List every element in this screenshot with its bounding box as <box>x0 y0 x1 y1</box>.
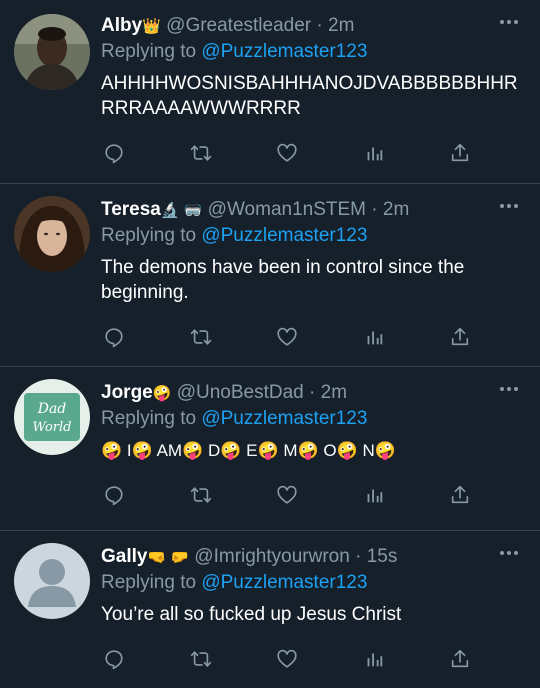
tweet-text: AHHHHWOSNISBAHHHANOJDVABBBBBBHHRRRRAAAAW… <box>101 73 518 119</box>
more-icon[interactable] <box>500 387 518 391</box>
reply-icon <box>103 142 125 164</box>
user-handle[interactable]: @Imrightyourwron <box>194 546 350 567</box>
share-icon <box>449 484 471 506</box>
reply-to-handle-link[interactable]: @Puzzlemaster123 <box>201 41 367 62</box>
svg-text:World: World <box>33 420 72 435</box>
share-icon <box>449 326 471 348</box>
avatar[interactable] <box>14 543 90 619</box>
reply-context: Replying to @Puzzlemaster123 <box>101 223 524 249</box>
name-emoji: 🤪 <box>152 385 172 402</box>
tweet-actions <box>101 127 524 179</box>
analytics-button[interactable] <box>363 648 385 670</box>
timestamp[interactable]: 2m <box>328 15 354 36</box>
tweet-item[interactable]: Gally🤜 🤛 @Imrightyourwron · 15s Replying… <box>0 531 540 688</box>
replying-to-label: Replying to <box>101 572 197 593</box>
display-name[interactable]: Jorge <box>101 382 153 403</box>
share-button[interactable] <box>449 142 471 164</box>
more-icon[interactable] <box>500 20 518 24</box>
retweet-icon <box>190 484 212 506</box>
avatar[interactable]: Dad World <box>14 379 90 455</box>
like-icon <box>276 648 298 670</box>
tweet-header: Alby👑 @Greatestleader · 2m <box>101 14 524 39</box>
analytics-button[interactable] <box>363 142 385 164</box>
share-button[interactable] <box>449 484 471 506</box>
tweet-item[interactable]: Alby👑 @Greatestleader · 2m Replying to @… <box>0 0 540 184</box>
more-icon[interactable] <box>500 551 518 555</box>
name-emoji: 🤜 🤛 <box>147 549 190 566</box>
tweet-actions <box>101 469 524 521</box>
tweet-text: The demons have been in control since th… <box>101 257 465 303</box>
reply-icon <box>103 648 125 670</box>
reply-button[interactable] <box>103 484 125 506</box>
reply-context: Replying to @Puzzlemaster123 <box>101 570 524 596</box>
tweet-text: You’re all so fucked up Jesus Christ <box>101 604 402 625</box>
separator-dot: · <box>309 382 316 403</box>
timestamp[interactable]: 2m <box>321 382 347 403</box>
tweet-header: Teresa🔬 🥽 @Woman1nSTEM · 2m <box>101 198 524 223</box>
like-button[interactable] <box>276 326 298 348</box>
analytics-icon <box>363 484 385 506</box>
avatar[interactable] <box>14 196 90 272</box>
like-icon <box>276 142 298 164</box>
display-name[interactable]: Gally <box>101 546 147 567</box>
reply-context: Replying to @Puzzlemaster123 <box>101 39 524 65</box>
reply-icon <box>103 484 125 506</box>
analytics-icon <box>363 648 385 670</box>
user-handle[interactable]: @UnoBestDad <box>177 382 304 403</box>
tweet-header: Jorge🤪 @UnoBestDad · 2m <box>101 381 524 406</box>
retweet-button[interactable] <box>190 326 212 348</box>
reply-to-handle-link[interactable]: @Puzzlemaster123 <box>201 408 367 429</box>
name-emoji: 🔬 🥽 <box>160 202 203 219</box>
analytics-icon <box>363 326 385 348</box>
separator-dot: · <box>355 546 362 567</box>
separator-dot: · <box>371 199 378 220</box>
name-emoji: 👑 <box>142 18 161 35</box>
retweet-button[interactable] <box>190 142 212 164</box>
display-name[interactable]: Alby <box>101 15 142 36</box>
retweet-button[interactable] <box>190 648 212 670</box>
share-icon <box>449 648 471 670</box>
replying-to-label: Replying to <box>101 41 197 62</box>
tweet-item[interactable]: Dad World Jorge🤪 @UnoBestDad · 2m Replyi… <box>0 367 540 531</box>
timestamp[interactable]: 2m <box>383 199 409 220</box>
reply-button[interactable] <box>103 142 125 164</box>
user-handle[interactable]: @Greatestleader <box>166 15 311 36</box>
analytics-button[interactable] <box>363 326 385 348</box>
reply-to-handle-link[interactable]: @Puzzlemaster123 <box>201 572 367 593</box>
retweet-button[interactable] <box>190 484 212 506</box>
tweet-actions <box>101 633 524 685</box>
reply-to-handle-link[interactable]: @Puzzlemaster123 <box>201 225 367 246</box>
reply-icon <box>103 326 125 348</box>
analytics-button[interactable] <box>363 484 385 506</box>
like-icon <box>276 326 298 348</box>
retweet-icon <box>190 648 212 670</box>
like-button[interactable] <box>276 648 298 670</box>
reply-context: Replying to @Puzzlemaster123 <box>101 406 524 432</box>
share-button[interactable] <box>449 648 471 670</box>
tweet-actions <box>101 311 524 363</box>
reply-button[interactable] <box>103 326 125 348</box>
retweet-icon <box>190 142 212 164</box>
reply-button[interactable] <box>103 648 125 670</box>
like-icon <box>276 484 298 506</box>
replying-to-label: Replying to <box>101 225 197 246</box>
retweet-icon <box>190 326 212 348</box>
timestamp[interactable]: 15s <box>367 546 398 567</box>
svg-text:Dad: Dad <box>37 401 67 417</box>
separator-dot: · <box>316 15 323 36</box>
avatar[interactable] <box>14 14 90 90</box>
more-icon[interactable] <box>500 204 518 208</box>
tweet-header: Gally🤜 🤛 @Imrightyourwron · 15s <box>101 545 524 570</box>
display-name[interactable]: Teresa <box>101 199 161 220</box>
tweet-item[interactable]: Teresa🔬 🥽 @Woman1nSTEM · 2m Replying to … <box>0 184 540 367</box>
like-button[interactable] <box>276 484 298 506</box>
share-icon <box>449 142 471 164</box>
replying-to-label: Replying to <box>101 408 197 429</box>
like-button[interactable] <box>276 142 298 164</box>
tweet-text: 🤪 I🤪 AM🤪 D🤪 E🤪 M🤪 O🤪 N🤪 <box>101 441 396 460</box>
analytics-icon <box>363 142 385 164</box>
user-handle[interactable]: @Woman1nSTEM <box>208 199 366 220</box>
reply-feed: Alby👑 @Greatestleader · 2m Replying to @… <box>0 0 540 688</box>
share-button[interactable] <box>449 326 471 348</box>
